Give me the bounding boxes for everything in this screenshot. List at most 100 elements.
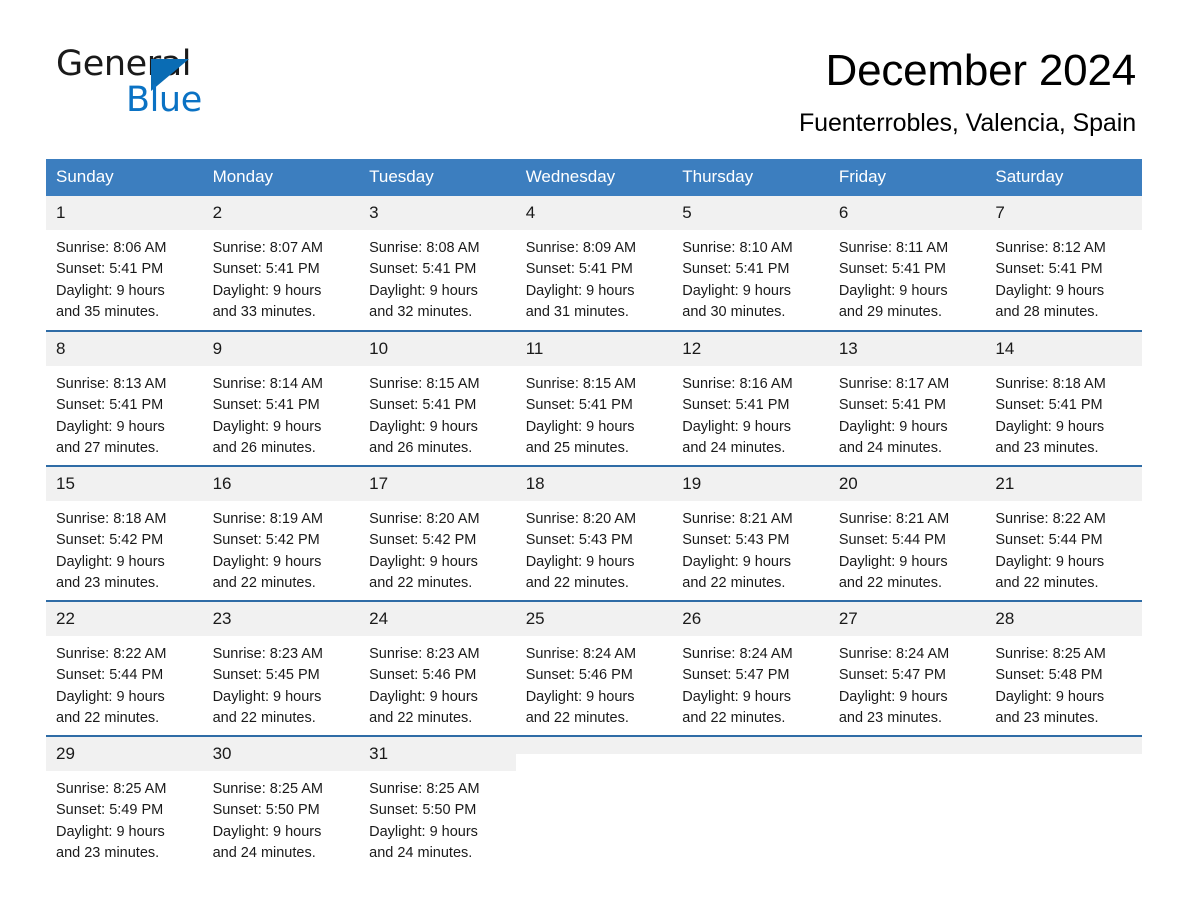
daylight-text-line2: and 22 minutes. xyxy=(369,709,473,726)
daylight-text-line1: Daylight: 9 hours xyxy=(995,282,1105,299)
sunset-text: Sunset: 5:49 PM xyxy=(56,802,164,819)
calendar-head: Sunday Monday Tuesday Wednesday Thursday… xyxy=(46,159,1142,197)
general-blue-logo[interactable]: General Blue xyxy=(56,44,356,122)
sunset-text: Sunset: 5:43 PM xyxy=(682,532,790,549)
calendar-day-cell[interactable]: 14 Sunrise: 8:18 AM Sunset: 5:41 PM Dayligh… xyxy=(985,330,1142,467)
daylight-text-line2: and 26 minutes. xyxy=(212,439,316,456)
day-details: Sunrise: 8:22 AM Sunset: 5:44 PM Daylight:… xyxy=(985,501,1142,594)
calendar-day-cell[interactable]: 7 Sunrise: 8:12 AM Sunset: 5:41 PM Daylight… xyxy=(985,196,1142,331)
calendar-day-cell[interactable]: 13 Sunrise: 8:17 AM Sunset: 5:41 PM Dayligh… xyxy=(828,330,986,467)
sunset-text: Sunset: 5:46 PM xyxy=(525,667,633,684)
calendar-day-cell-empty xyxy=(828,735,986,872)
day-number: 3 xyxy=(359,196,516,231)
daylight-text-line1: Daylight: 9 hours xyxy=(525,282,635,299)
calendar-day-cell[interactable]: 22 Sunrise: 8:22 AM Sunset: 5:44 PM Dayligh… xyxy=(46,600,203,737)
sunset-text: Sunset: 5:44 PM xyxy=(838,532,947,549)
daylight-text-line1: Daylight: 9 hours xyxy=(995,418,1105,435)
calendar-day-cell[interactable]: 19 Sunrise: 8:21 AM Sunset: 5:43 PM Dayligh… xyxy=(672,465,829,602)
calendar-day-cell-empty xyxy=(672,735,829,872)
sunrise-text: Sunrise: 8:23 AM xyxy=(369,646,480,663)
calendar-day-cell[interactable]: 6 Sunrise: 8:11 AM Sunset: 5:41 PM Daylight… xyxy=(828,196,986,331)
day-number xyxy=(828,737,986,755)
day-number: 24 xyxy=(359,602,516,637)
day-details: Sunrise: 8:22 AM Sunset: 5:44 PM Daylight:… xyxy=(46,636,203,729)
calendar-day-cell[interactable]: 20 Sunrise: 8:21 AM Sunset: 5:44 PM Dayligh… xyxy=(828,465,986,602)
calendar-day-cell[interactable]: 30 Sunrise: 8:25 AM Sunset: 5:50 PM Dayligh… xyxy=(202,735,360,872)
calendar-day-cell[interactable]: 4 Sunrise: 8:09 AM Sunset: 5:41 PM Daylight… xyxy=(515,196,673,331)
calendar-day-cell[interactable]: 3 Sunrise: 8:08 AM Sunset: 5:41 PM Daylight… xyxy=(359,196,516,331)
sunset-text: Sunset: 5:41 PM xyxy=(369,261,477,278)
calendar-day-cell[interactable]: 8 Sunrise: 8:13 AM Sunset: 5:41 PM Daylight… xyxy=(46,330,203,467)
calendar-day-cell[interactable]: 26 Sunrise: 8:24 AM Sunset: 5:47 PM Dayligh… xyxy=(672,600,829,737)
calendar-day-cell[interactable]: 2 Sunrise: 8:07 AM Sunset: 5:41 PM Daylight… xyxy=(202,196,360,331)
calendar-day-cell[interactable]: 24 Sunrise: 8:23 AM Sunset: 5:46 PM Dayligh… xyxy=(359,600,516,737)
day-number: 25 xyxy=(515,602,673,637)
sunrise-text: Sunrise: 8:25 AM xyxy=(369,781,480,798)
calendar-day-cell[interactable]: 29 Sunrise: 8:25 AM Sunset: 5:49 PM Dayligh… xyxy=(46,735,203,872)
calendar-day-cell[interactable]: 23 Sunrise: 8:23 AM Sunset: 5:45 PM Dayligh… xyxy=(202,600,360,737)
daylight-text-line2: and 28 minutes. xyxy=(995,303,1099,320)
calendar-day-cell[interactable]: 16 Sunrise: 8:19 AM Sunset: 5:42 PM Dayligh… xyxy=(202,465,360,602)
daylight-text-line2: and 23 minutes. xyxy=(56,574,160,591)
daylight-text-line1: Daylight: 9 hours xyxy=(369,282,478,299)
day-number: 30 xyxy=(202,737,360,772)
page-title: December 2024 xyxy=(825,46,1137,95)
daylight-text-line1: Daylight: 9 hours xyxy=(56,553,165,570)
calendar-day-cell[interactable]: 17 Sunrise: 8:20 AM Sunset: 5:42 PM Dayligh… xyxy=(359,465,516,602)
daylight-text-line1: Daylight: 9 hours xyxy=(56,418,165,435)
calendar-day-cell[interactable]: 11 Sunrise: 8:15 AM Sunset: 5:41 PM Dayligh… xyxy=(515,330,673,467)
calendar-day-cell[interactable]: 21 Sunrise: 8:22 AM Sunset: 5:44 PM Dayligh… xyxy=(985,465,1142,602)
daylight-text-line1: Daylight: 9 hours xyxy=(525,688,635,705)
calendar-day-cell[interactable]: 9 Sunrise: 8:14 AM Sunset: 5:41 PM Daylight… xyxy=(202,330,360,467)
day-number: 9 xyxy=(202,332,360,367)
daylight-text-line1: Daylight: 9 hours xyxy=(56,282,165,299)
sunrise-text: Sunrise: 8:25 AM xyxy=(995,646,1106,663)
sunset-text: Sunset: 5:41 PM xyxy=(56,261,164,278)
daylight-text-line2: and 22 minutes. xyxy=(525,574,629,591)
day-number: 20 xyxy=(828,467,986,502)
daylight-text-line1: Daylight: 9 hours xyxy=(682,688,792,705)
daylight-text-line2: and 30 minutes. xyxy=(682,303,786,320)
day-number: 1 xyxy=(46,196,203,231)
calendar-day-cell[interactable]: 5 Sunrise: 8:10 AM Sunset: 5:41 PM Daylight… xyxy=(672,196,829,331)
day-number: 16 xyxy=(202,467,360,502)
daylight-text-line2: and 22 minutes. xyxy=(682,709,786,726)
page-header: General Blue December 2024 Fuenterrobles… xyxy=(0,0,1188,138)
logo-text-blue: Blue xyxy=(126,80,202,120)
daylight-text-line1: Daylight: 9 hours xyxy=(682,418,792,435)
sunrise-text: Sunrise: 8:18 AM xyxy=(995,376,1106,393)
calendar-day-cell[interactable]: 25 Sunrise: 8:24 AM Sunset: 5:46 PM Dayligh… xyxy=(515,600,673,737)
sunrise-text: Sunrise: 8:21 AM xyxy=(838,511,950,528)
calendar-day-cell[interactable]: 18 Sunrise: 8:20 AM Sunset: 5:43 PM Dayligh… xyxy=(515,465,673,602)
day-number: 22 xyxy=(46,602,203,637)
day-number: 23 xyxy=(202,602,360,637)
sunset-text: Sunset: 5:41 PM xyxy=(212,261,320,278)
daylight-text-line2: and 23 minutes. xyxy=(995,709,1099,726)
daylight-text-line1: Daylight: 9 hours xyxy=(212,418,322,435)
daylight-text-line1: Daylight: 9 hours xyxy=(56,823,165,840)
daylight-text-line2: and 22 minutes. xyxy=(995,574,1099,591)
day-details: Sunrise: 8:23 AM Sunset: 5:46 PM Daylight:… xyxy=(359,636,516,729)
sunrise-text: Sunrise: 8:15 AM xyxy=(525,376,637,393)
sunrise-text: Sunrise: 8:10 AM xyxy=(682,240,793,257)
day-details: Sunrise: 8:12 AM Sunset: 5:41 PM Daylight:… xyxy=(985,230,1142,323)
weekday-header-tuesday: Tuesday xyxy=(359,159,516,197)
calendar-day-cell[interactable]: 12 Sunrise: 8:16 AM Sunset: 5:41 PM Dayligh… xyxy=(672,330,829,467)
calendar-day-cell[interactable]: 15 Sunrise: 8:18 AM Sunset: 5:42 PM Dayligh… xyxy=(46,465,203,602)
calendar-day-cell[interactable]: 28 Sunrise: 8:25 AM Sunset: 5:48 PM Dayligh… xyxy=(985,600,1142,737)
day-details: Sunrise: 8:18 AM Sunset: 5:42 PM Daylight:… xyxy=(46,501,203,594)
day-number xyxy=(515,737,673,755)
sunrise-text: Sunrise: 8:09 AM xyxy=(525,240,637,257)
daylight-text-line1: Daylight: 9 hours xyxy=(212,553,322,570)
sunrise-text: Sunrise: 8:18 AM xyxy=(56,511,167,528)
calendar-day-cell[interactable]: 31 Sunrise: 8:25 AM Sunset: 5:50 PM Dayligh… xyxy=(359,735,516,872)
calendar-day-cell[interactable]: 1 Sunrise: 8:06 AM Sunset: 5:41 PM Daylight… xyxy=(46,196,203,331)
calendar-day-cell[interactable]: 10 Sunrise: 8:15 AM Sunset: 5:41 PM Dayligh… xyxy=(359,330,516,467)
daylight-text-line2: and 24 minutes. xyxy=(369,844,473,861)
sunrise-text: Sunrise: 8:19 AM xyxy=(212,511,323,528)
sunset-text: Sunset: 5:41 PM xyxy=(369,397,477,414)
day-details: Sunrise: 8:08 AM Sunset: 5:41 PM Daylight:… xyxy=(359,230,516,323)
calendar-day-cell[interactable]: 27 Sunrise: 8:24 AM Sunset: 5:47 PM Dayligh… xyxy=(828,600,986,737)
daylight-text-line2: and 24 minutes. xyxy=(212,844,316,861)
daylight-text-line2: and 22 minutes. xyxy=(525,709,629,726)
